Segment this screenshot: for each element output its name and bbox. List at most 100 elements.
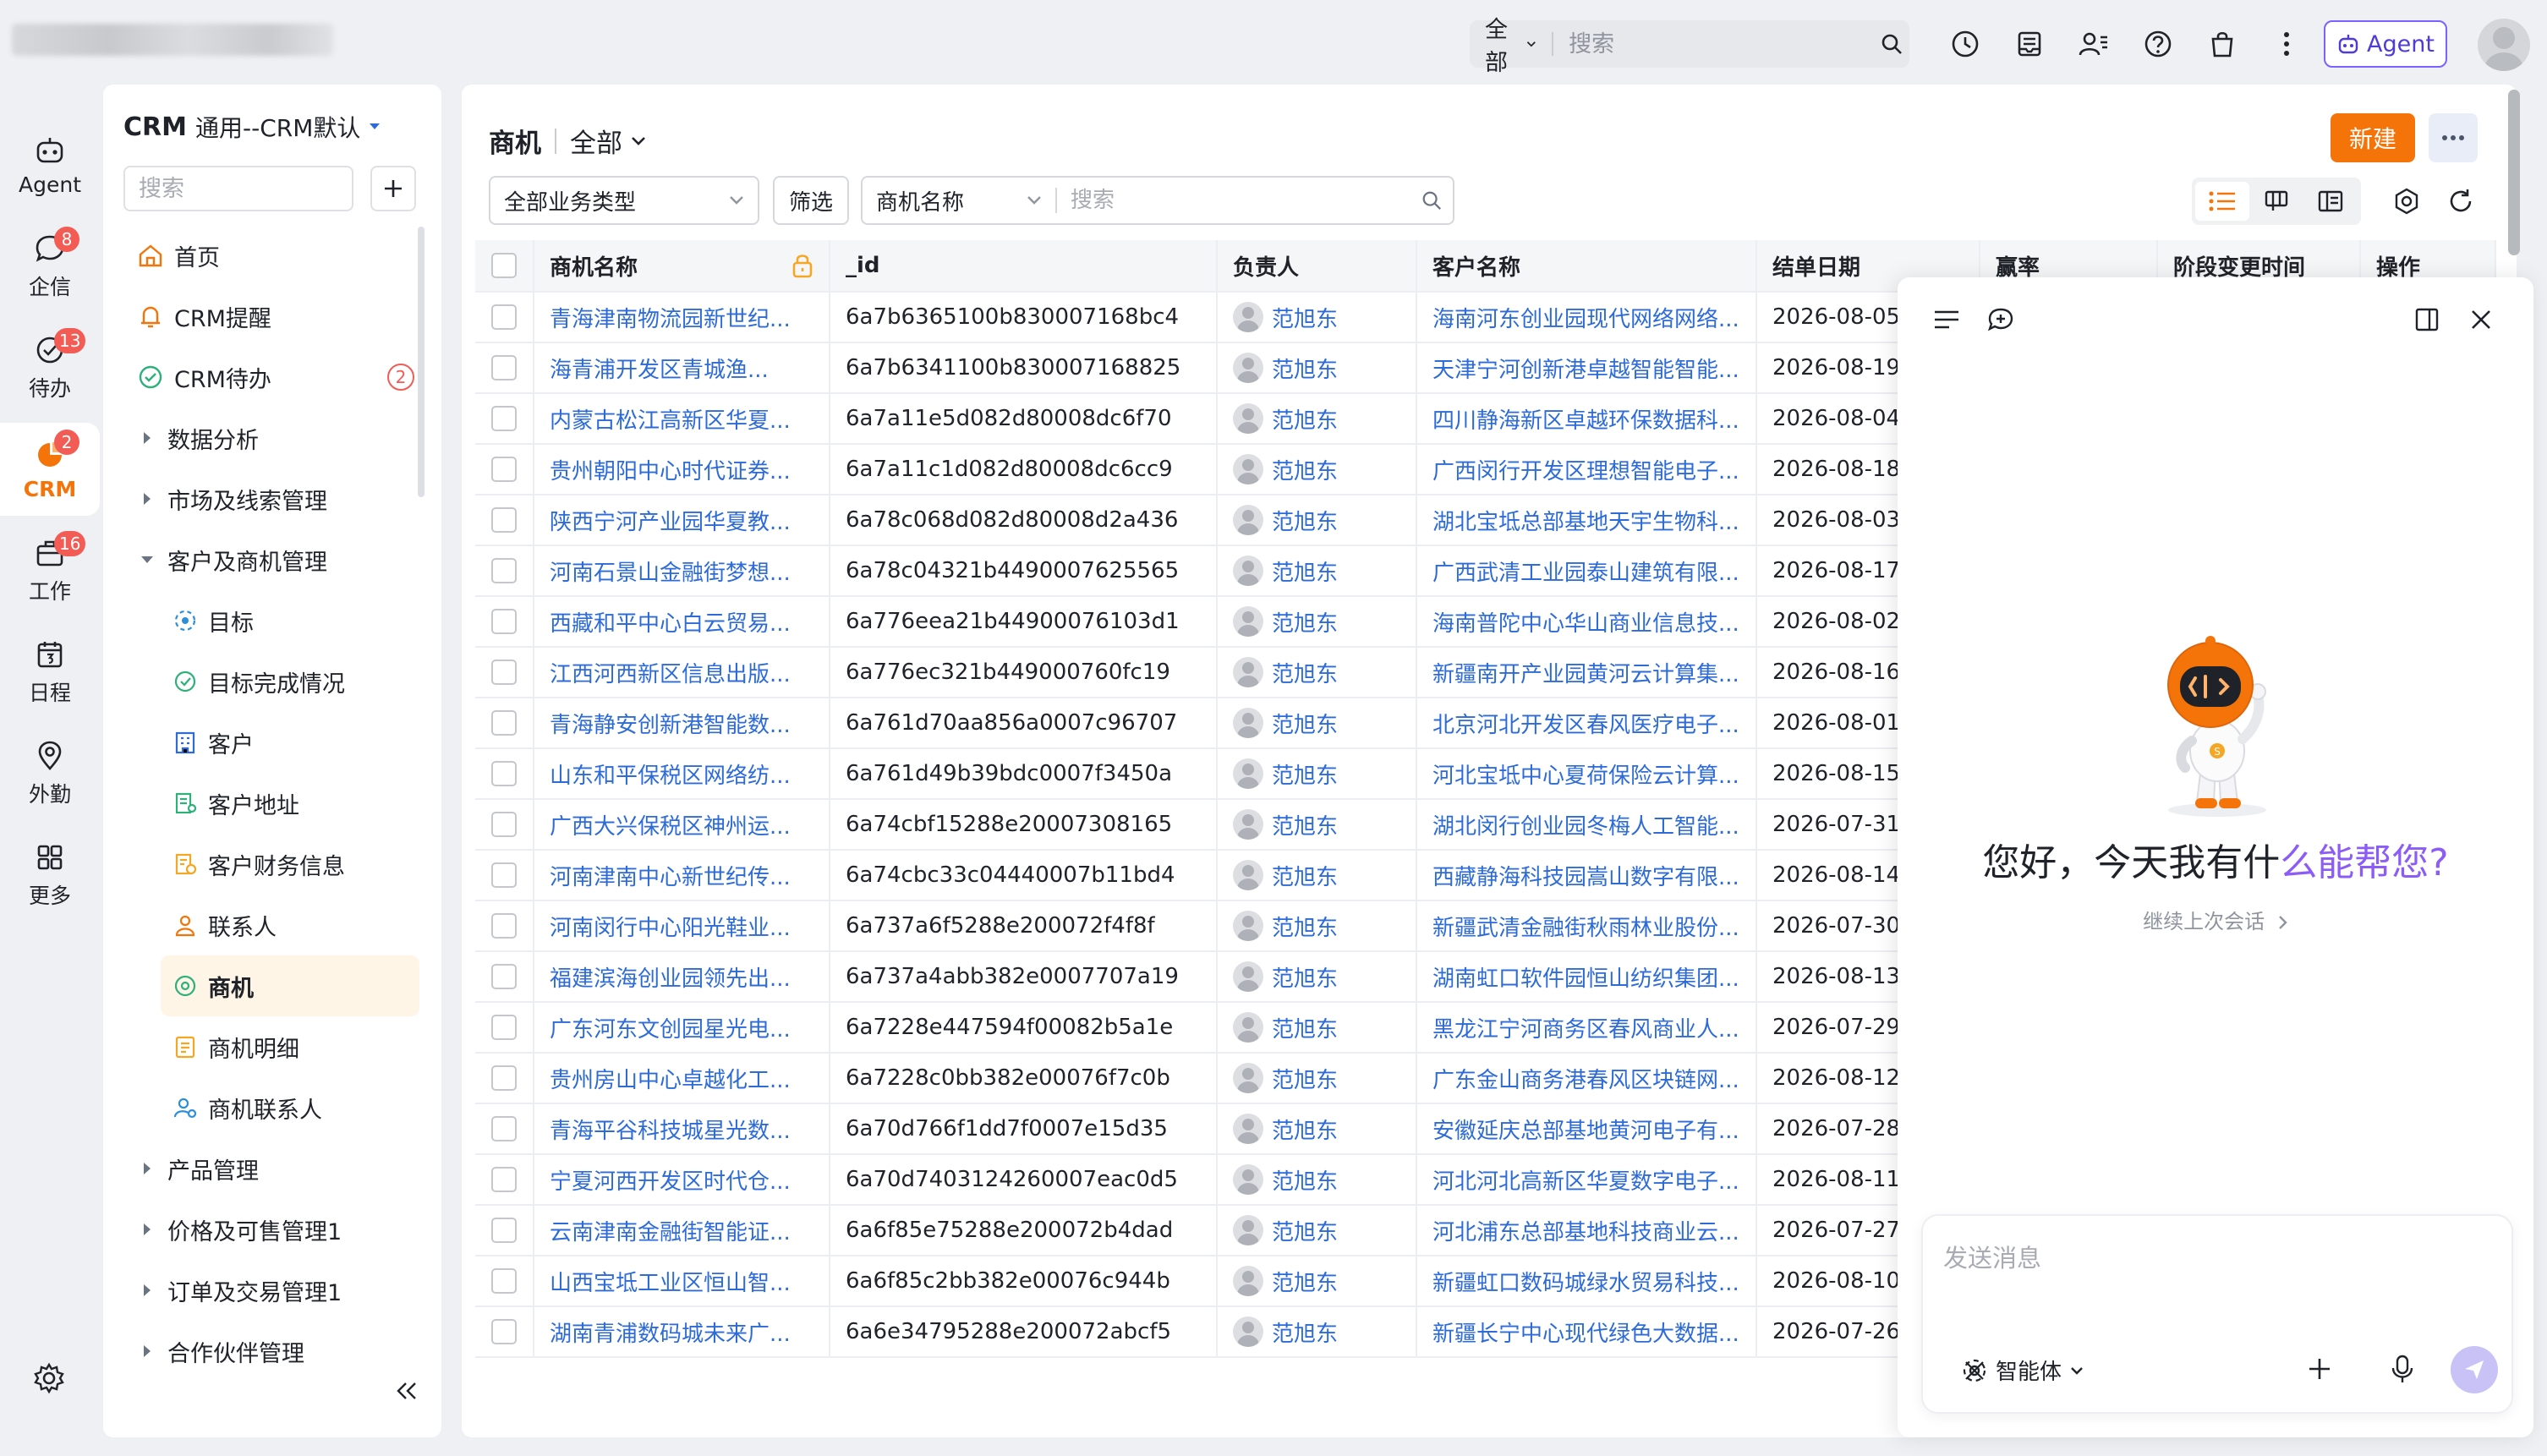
owner-name-link[interactable]: 范旭东: [1272, 1215, 1338, 1246]
rail-item-todo[interactable]: 待办 13: [0, 321, 100, 414]
customer-name-link[interactable]: 天津宁河创新港卓越智能智能...: [1432, 353, 1739, 384]
row-checkbox[interactable]: [491, 812, 517, 837]
customer-name-link[interactable]: 湖北宝坻总部基地天宇生物科...: [1432, 505, 1739, 536]
column-header-id[interactable]: _id: [830, 240, 1218, 291]
customer-name-link[interactable]: 黑龙江宁河商务区春风商业人...: [1432, 1012, 1739, 1043]
row-checkbox[interactable]: [491, 507, 517, 533]
owner-name-link[interactable]: 范旭东: [1272, 657, 1338, 688]
owner-name-link[interactable]: 范旭东: [1272, 860, 1338, 891]
rail-item-qixin[interactable]: 企信 8: [0, 220, 100, 313]
sidebar-item-17[interactable]: 价格及可售管理1: [123, 1199, 419, 1260]
customer-name-link[interactable]: 河北浦东总部基地科技商业云...: [1432, 1215, 1739, 1246]
row-checkbox[interactable]: [491, 1218, 517, 1243]
sidebar-item-2[interactable]: CRM提醒: [123, 286, 419, 347]
sidebar-item-4[interactable]: 数据分析: [123, 408, 419, 468]
column-header-name[interactable]: 商机名称: [534, 240, 830, 291]
continue-last-session-link[interactable]: 继续上次会话: [1898, 905, 2533, 934]
row-checkbox[interactable]: [491, 558, 517, 583]
owner-name-link[interactable]: 范旭东: [1272, 961, 1338, 993]
sidebar-item-6[interactable]: 客户及商机管理: [123, 529, 419, 590]
owner-name-link[interactable]: 范旭东: [1272, 353, 1338, 384]
sidebar-item-8[interactable]: 目标完成情况: [123, 651, 419, 712]
opportunity-name-link[interactable]: 海青浦开发区青城渔...: [550, 353, 769, 384]
opportunity-name-link[interactable]: 贵州房山中心卓越化工...: [550, 1063, 791, 1094]
sidebar-item-15[interactable]: 商机联系人: [123, 1077, 419, 1138]
send-message-button[interactable]: [2451, 1346, 2498, 1393]
settings-icon[interactable]: [32, 1361, 66, 1399]
opportunity-name-link[interactable]: 内蒙古松江高新区华夏...: [550, 403, 791, 435]
opportunity-name-link[interactable]: 河南石景山金融街梦想...: [550, 556, 791, 587]
customer-name-link[interactable]: 湖南虹口软件园恒山纺织集团...: [1432, 961, 1739, 993]
opportunity-name-link[interactable]: 山东和平保税区网络纺...: [550, 758, 791, 790]
global-search-input[interactable]: [1553, 30, 1874, 57]
opportunity-name-link[interactable]: 宁夏河西开发区时代仓...: [550, 1164, 791, 1196]
customer-name-link[interactable]: 河北宝坻中心夏荷保险云计算...: [1432, 758, 1739, 790]
row-checkbox[interactable]: [491, 355, 517, 380]
agent-mode-dropdown[interactable]: 智能体: [1962, 1355, 2084, 1386]
list-scope-dropdown[interactable]: 全部: [570, 122, 646, 160]
search-icon[interactable]: [1410, 189, 1453, 211]
user-avatar[interactable]: [2478, 19, 2530, 71]
opportunity-name-link[interactable]: 青海静安创新港智能数...: [550, 708, 791, 739]
opportunity-name-link[interactable]: 福建滨海创业园领先出...: [550, 961, 791, 993]
row-checkbox[interactable]: [491, 710, 517, 736]
microphone-icon[interactable]: [2381, 1348, 2424, 1390]
help-icon[interactable]: [2139, 25, 2177, 63]
row-checkbox[interactable]: [491, 964, 517, 989]
customer-name-link[interactable]: 新疆南开产业园黄河云计算集...: [1432, 657, 1739, 688]
column-header-owner[interactable]: 负责人: [1218, 240, 1417, 291]
attach-plus-icon[interactable]: [2298, 1348, 2341, 1390]
customer-name-link[interactable]: 新疆武清金融街秋雨林业股份...: [1432, 911, 1739, 942]
row-checkbox[interactable]: [491, 660, 517, 685]
opportunity-name-link[interactable]: 湖南青浦数码城未来广...: [550, 1316, 791, 1348]
row-checkbox[interactable]: [491, 1319, 517, 1344]
customer-name-link[interactable]: 北京河北开发区春风医疗电子...: [1432, 708, 1739, 739]
sidebar-item-13[interactable]: 商机: [161, 955, 419, 1016]
split-view-button[interactable]: [2303, 182, 2358, 221]
sidebar-item-9[interactable]: 客户: [123, 712, 419, 773]
opportunity-name-link[interactable]: 广西大兴保税区神州运...: [550, 809, 791, 840]
customer-name-link[interactable]: 广东金山商务港春风区块链网...: [1432, 1063, 1739, 1094]
customer-name-link[interactable]: 新疆长宁中心现代绿色大数据...: [1432, 1316, 1739, 1348]
owner-name-link[interactable]: 范旭东: [1272, 1316, 1338, 1348]
sidebar-item-7[interactable]: 目标: [123, 590, 419, 651]
more-actions-button[interactable]: [2429, 113, 2478, 162]
opportunity-name-link[interactable]: 河南津南中心新世纪传...: [550, 860, 791, 891]
rail-item-agent[interactable]: Agent: [0, 118, 100, 211]
row-checkbox[interactable]: [491, 1065, 517, 1091]
row-checkbox[interactable]: [491, 457, 517, 482]
history-icon[interactable]: [1947, 25, 1984, 63]
sidebar-item-12[interactable]: 联系人: [123, 895, 419, 955]
rail-item-work[interactable]: 工作 16: [0, 524, 100, 617]
sidebar-item-14[interactable]: 商机明细: [123, 1016, 419, 1077]
close-icon[interactable]: [2462, 301, 2500, 338]
sidebar-item-19[interactable]: 合作伙伴管理: [123, 1321, 419, 1382]
customer-name-link[interactable]: 广西闵行开发区理想智能电子...: [1432, 454, 1739, 485]
filter-button[interactable]: 筛选: [773, 176, 849, 225]
column-header-customer[interactable]: 客户名称: [1417, 240, 1757, 291]
owner-name-link[interactable]: 范旭东: [1272, 606, 1338, 638]
kanban-view-button[interactable]: [2249, 182, 2303, 221]
sidebar-item-11[interactable]: 客户财务信息: [123, 834, 419, 895]
refresh-icon[interactable]: [2442, 183, 2479, 220]
owner-name-link[interactable]: 范旭东: [1272, 758, 1338, 790]
row-checkbox[interactable]: [491, 1116, 517, 1141]
nav-scrollbar[interactable]: [418, 227, 424, 497]
opportunity-name-link[interactable]: 青海平谷科技城星光数...: [550, 1114, 791, 1145]
row-checkbox[interactable]: [491, 913, 517, 939]
page-scrollbar[interactable]: [2508, 90, 2520, 255]
opportunity-name-link[interactable]: 广东河东文创园星光电...: [550, 1012, 791, 1043]
customer-name-link[interactable]: 河北河北高新区华夏数字电子...: [1432, 1164, 1739, 1196]
more-vertical-icon[interactable]: [2268, 25, 2305, 63]
search-scope-dropdown[interactable]: 全部: [1470, 17, 1554, 76]
contacts-icon[interactable]: [2075, 25, 2112, 63]
row-checkbox[interactable]: [491, 1015, 517, 1040]
agent-button[interactable]: Agent: [2324, 20, 2447, 68]
new-chat-icon[interactable]: [1982, 301, 2019, 338]
sidebar-item-5[interactable]: 市场及线索管理: [123, 468, 419, 529]
row-checkbox[interactable]: [491, 761, 517, 786]
customer-name-link[interactable]: 广西武清工业园泰山建筑有限...: [1432, 556, 1739, 587]
business-type-select[interactable]: 全部业务类型: [489, 176, 759, 225]
menu-icon[interactable]: [1928, 301, 1965, 338]
sidebar-item-3[interactable]: CRM待办 2: [123, 347, 419, 408]
